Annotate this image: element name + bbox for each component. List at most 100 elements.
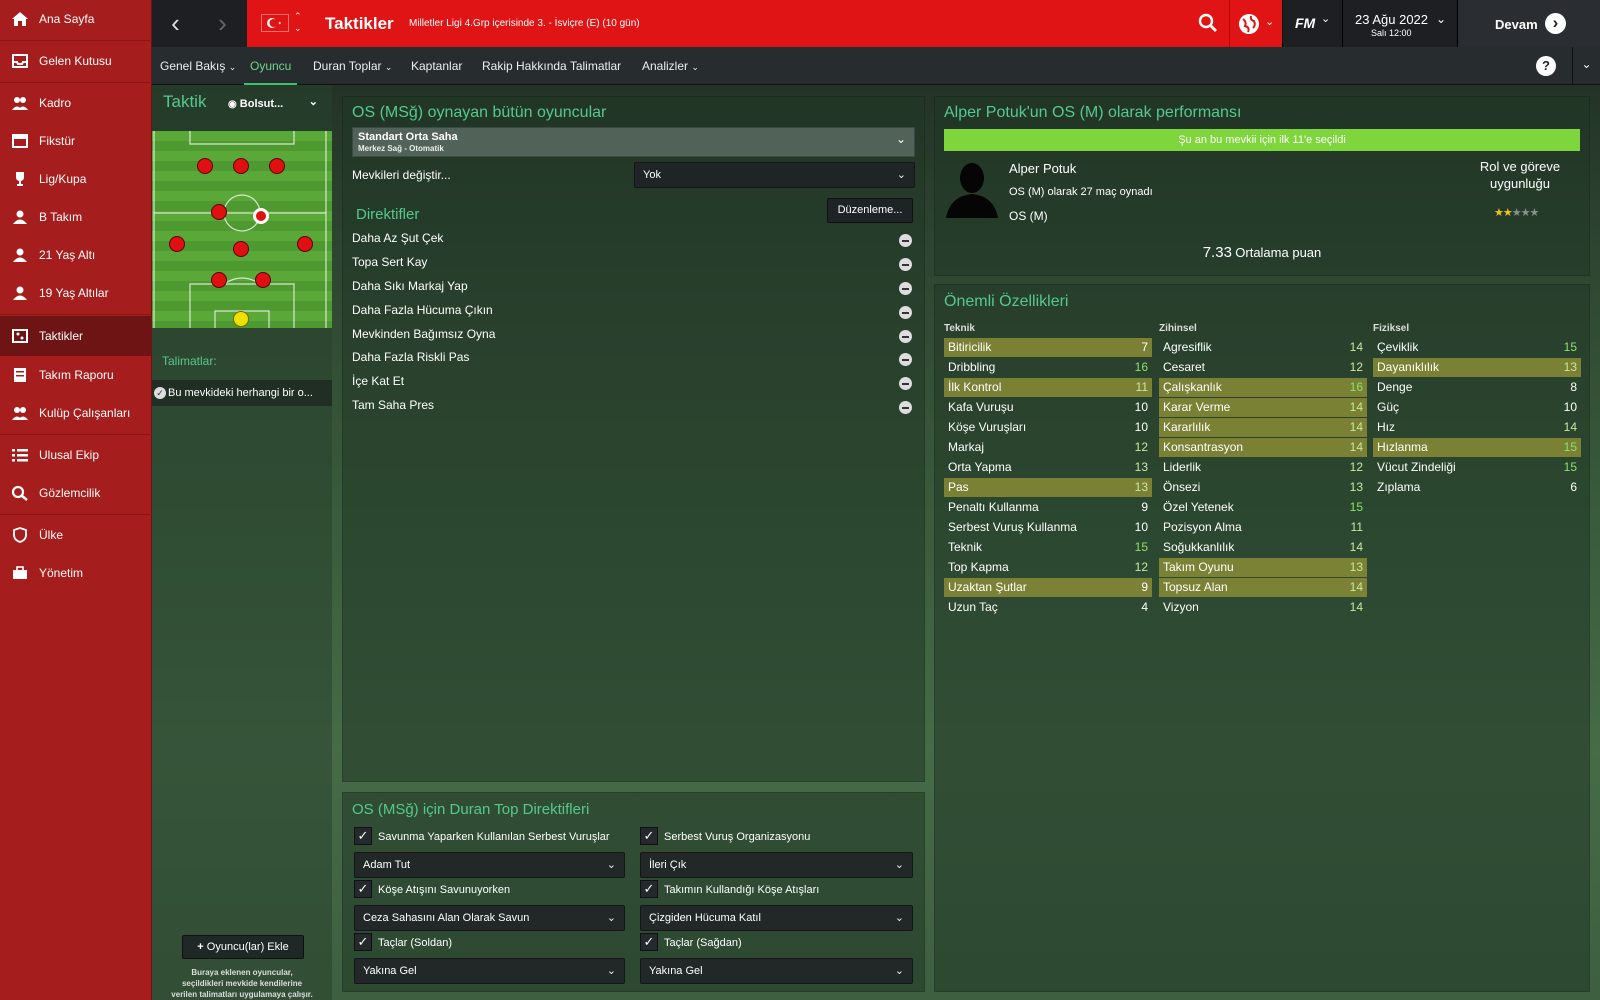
view-selector[interactable]: ◉ Bolsut... ⌄ <box>228 94 330 116</box>
attribute-row[interactable]: İlk Kontrol 11 <box>944 378 1152 397</box>
set-piece-select[interactable]: İleri Çık ⌄ <box>640 852 913 878</box>
sidebar-item-scouting[interactable]: Gözlemcilik <box>0 474 152 512</box>
chevron-down-icon[interactable]: ⌄ <box>1572 47 1600 85</box>
edit-directives-button[interactable]: Düzenleme... <box>827 198 913 223</box>
attribute-row[interactable]: Köşe Vuruşları 10 <box>944 418 1152 437</box>
instruction-item[interactable]: ✓ Bu mevkideki herhangi bir o... <box>152 380 332 406</box>
remove-icon[interactable] <box>899 306 912 319</box>
attribute-row[interactable]: Kararlılık 14 <box>1159 418 1367 437</box>
set-piece-select[interactable]: Yakına Gel ⌄ <box>640 958 913 984</box>
player-marker[interactable] <box>255 272 271 288</box>
attribute-row[interactable]: Soğukkanlılık 14 <box>1159 538 1367 557</box>
tab-overview[interactable]: Genel Bakış ⌄ <box>160 47 236 85</box>
sidebar-item-league[interactable]: Lig/Kupa <box>0 160 152 198</box>
goalkeeper-marker[interactable] <box>233 311 249 327</box>
player-name[interactable]: Alper Potuk <box>1009 161 1076 176</box>
attribute-row[interactable]: Takım Oyunu 13 <box>1159 558 1367 577</box>
attribute-row[interactable]: Pozisyon Alma 11 <box>1159 518 1367 537</box>
attribute-row[interactable]: Çalışkanlık 16 <box>1159 378 1367 397</box>
attribute-row[interactable]: Kafa Vuruşu 10 <box>944 398 1152 417</box>
remove-icon[interactable] <box>899 234 912 247</box>
sidebar-item-management[interactable]: Yönetim <box>0 554 152 592</box>
sidebar-item-u21[interactable]: 21 Yaş Altı <box>0 236 152 274</box>
attribute-row[interactable]: Önsezi 13 <box>1159 478 1367 497</box>
sidebar-item-b-team[interactable]: B Takım <box>0 198 152 236</box>
tab-opposition[interactable]: Rakip Hakkında Talimatlar <box>482 47 621 85</box>
attribute-row[interactable]: Zıplama 6 <box>1373 478 1581 497</box>
remove-icon[interactable] <box>899 330 912 343</box>
role-selector[interactable]: Standart Orta Saha Merkez Sağ - Otomatik… <box>352 127 915 157</box>
sidebar-item-inbox[interactable]: Gelen Kutusu <box>0 42 152 80</box>
back-button[interactable]: ‹ <box>152 0 199 47</box>
checkbox[interactable]: ✓ <box>354 880 372 898</box>
sidebar-item-country[interactable]: Ülke <box>0 516 152 554</box>
attribute-row[interactable]: Çeviklik 15 <box>1373 338 1581 357</box>
tab-analysis[interactable]: Analizler ⌄ <box>642 47 699 85</box>
checkbox[interactable]: ✓ <box>354 933 372 951</box>
remove-icon[interactable] <box>899 282 912 295</box>
attribute-row[interactable]: Dayanıklılık 13 <box>1373 358 1581 377</box>
sidebar-item-home[interactable]: Ana Sayfa <box>0 0 152 38</box>
player-marker[interactable] <box>233 241 249 257</box>
attribute-row[interactable]: Dribbling 16 <box>944 358 1152 377</box>
checkbox[interactable]: ✓ <box>640 933 658 951</box>
attribute-row[interactable]: Liderlik 12 <box>1159 458 1367 477</box>
attribute-row[interactable]: Markaj 12 <box>944 438 1152 457</box>
sidebar-item-squad[interactable]: Kadro <box>0 84 152 122</box>
attribute-row[interactable]: Uzun Taç 4 <box>944 598 1152 617</box>
player-marker[interactable] <box>169 236 185 252</box>
attribute-row[interactable]: Pas 13 <box>944 478 1152 497</box>
player-marker[interactable] <box>197 158 213 174</box>
attribute-row[interactable]: Agresiflik 14 <box>1159 338 1367 357</box>
attribute-row[interactable]: Teknik 15 <box>944 538 1152 557</box>
sidebar-item-team-report[interactable]: Takım Raporu <box>0 356 152 394</box>
checkbox[interactable]: ✓ <box>640 827 658 845</box>
remove-icon[interactable] <box>899 377 912 390</box>
sidebar-item-u19[interactable]: 19 Yaş Altılar <box>0 274 152 312</box>
tab-captains[interactable]: Kaptanlar <box>411 47 462 85</box>
continue-button[interactable]: Devam › <box>1457 0 1600 47</box>
attribute-row[interactable]: Serbest Vuruş Kullanma 10 <box>944 518 1152 537</box>
sidebar-item-staff[interactable]: Kulüp Çalışanları <box>0 394 152 432</box>
attribute-row[interactable]: Konsantrasyon 14 <box>1159 438 1367 457</box>
flag-toggle[interactable]: ⌃ ⌄ <box>294 10 302 34</box>
world-button[interactable]: ⌄ <box>1229 0 1282 47</box>
player-marker-selected[interactable] <box>253 208 269 224</box>
attribute-row[interactable]: Cesaret 12 <box>1159 358 1367 377</box>
player-marker[interactable] <box>211 204 227 220</box>
attribute-row[interactable]: Vücut Zindeliği 15 <box>1373 458 1581 477</box>
set-piece-select[interactable]: Ceza Sahasını Alan Olarak Savun ⌄ <box>354 905 625 931</box>
search-icon[interactable] <box>1198 13 1220 35</box>
sidebar-item-fixtures[interactable]: Fikstür <box>0 122 152 160</box>
attribute-row[interactable]: Güç 10 <box>1373 398 1581 417</box>
attribute-row[interactable]: Hızlanma 15 <box>1373 438 1581 457</box>
attribute-row[interactable]: Penaltı Kullanma 9 <box>944 498 1152 517</box>
attribute-row[interactable]: Karar Verme 14 <box>1159 398 1367 417</box>
forward-button[interactable]: › <box>199 0 246 47</box>
checkbox[interactable]: ✓ <box>354 827 372 845</box>
sidebar-item-tactics[interactable]: Taktikler <box>0 316 152 356</box>
change-positions-select[interactable]: Yok ⌄ <box>634 162 915 188</box>
set-piece-select[interactable]: Yakına Gel ⌄ <box>354 958 625 984</box>
attribute-row[interactable]: Denge 8 <box>1373 378 1581 397</box>
attribute-row[interactable]: Top Kapma 12 <box>944 558 1152 577</box>
date-button[interactable]: 23 Ağu 2022 Salı 12:00 ⌄ <box>1342 0 1457 47</box>
add-players-button[interactable]: + Oyuncu(lar) Ekle <box>182 935 304 959</box>
remove-icon[interactable] <box>899 401 912 414</box>
attribute-row[interactable]: Topsuz Alan 14 <box>1159 578 1367 597</box>
player-marker[interactable] <box>211 272 227 288</box>
attribute-row[interactable]: Uzaktan Şutlar 9 <box>944 578 1152 597</box>
checkbox[interactable]: ✓ <box>640 880 658 898</box>
attribute-row[interactable]: Bitiricilik 7 <box>944 338 1152 357</box>
attribute-row[interactable]: Hız 14 <box>1373 418 1581 437</box>
attribute-row[interactable]: Vizyon 14 <box>1159 598 1367 617</box>
remove-icon[interactable] <box>899 353 912 366</box>
sidebar-item-national[interactable]: Ulusal Ekip <box>0 436 152 474</box>
tab-set-pieces[interactable]: Duran Toplar ⌄ <box>313 47 392 85</box>
set-piece-select[interactable]: Adam Tut ⌄ <box>354 852 625 878</box>
player-marker[interactable] <box>269 158 285 174</box>
remove-icon[interactable] <box>899 258 912 271</box>
attribute-row[interactable]: Orta Yapma 13 <box>944 458 1152 477</box>
help-icon[interactable]: ? <box>1536 56 1556 76</box>
player-marker[interactable] <box>233 158 249 174</box>
